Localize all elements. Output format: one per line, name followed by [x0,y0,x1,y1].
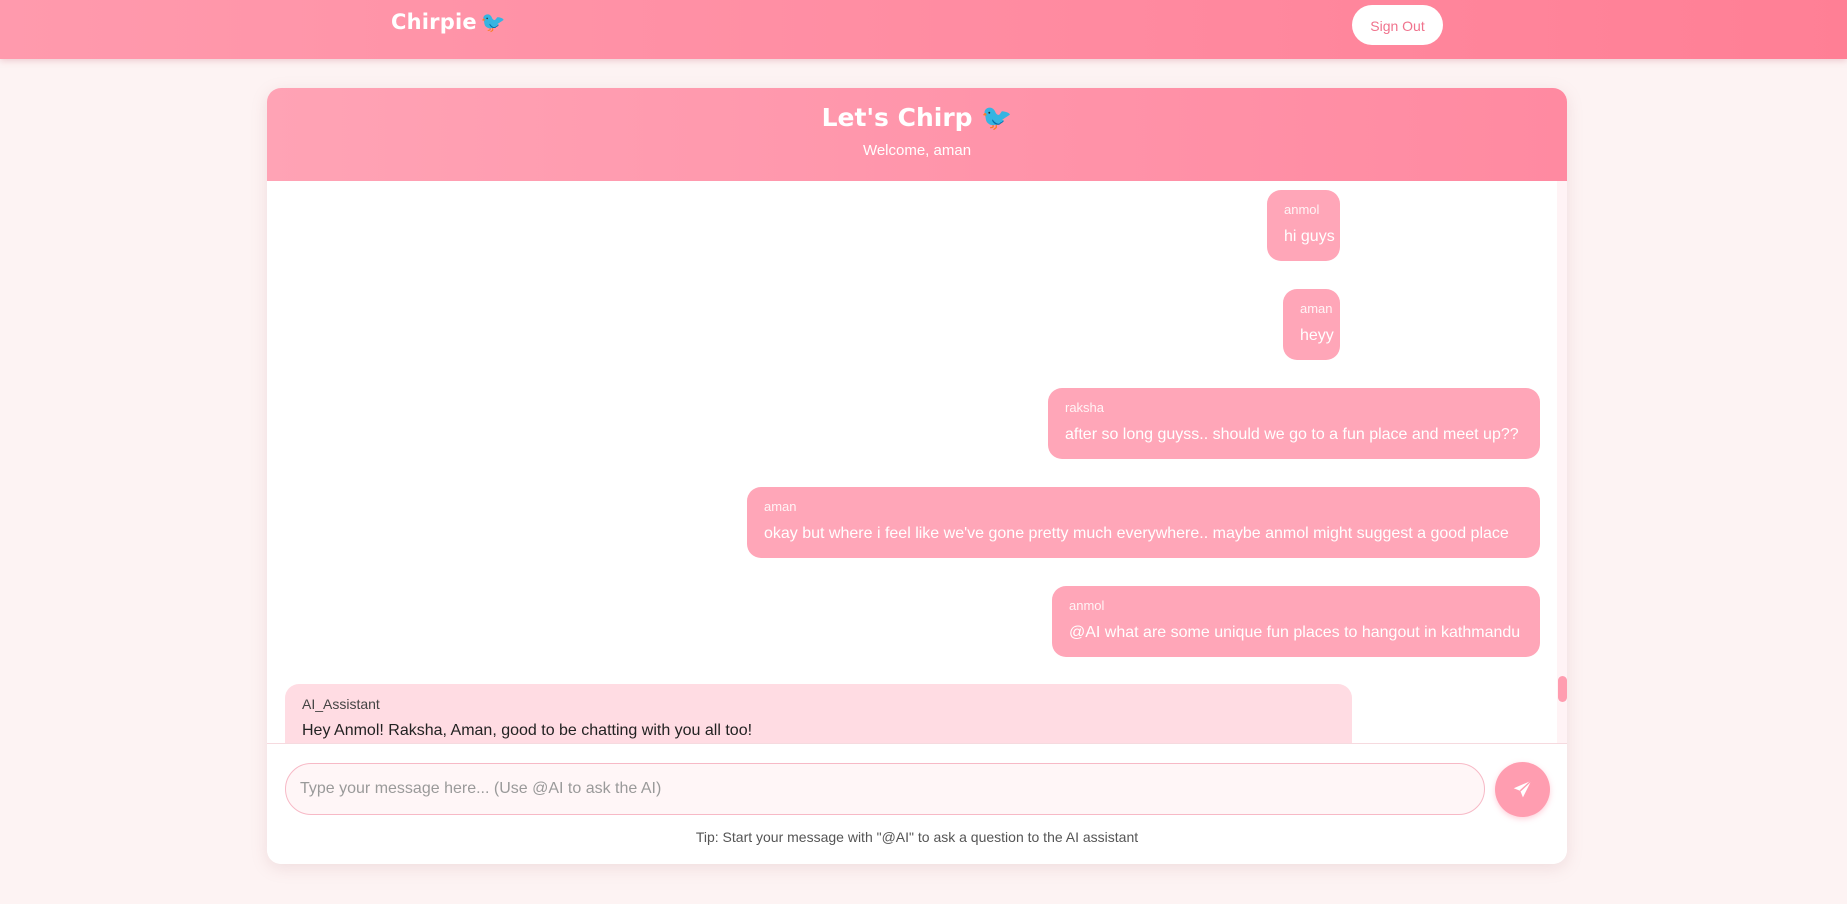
message-bubble: anmol hi guys [1267,190,1340,261]
message-sender: raksha [1065,400,1105,415]
message-input[interactable] [285,763,1485,815]
message-text: @AI what are some unique fun places to h… [1069,624,1521,641]
message-text: Hey Anmol! Raksha, Aman, good to be chat… [302,722,753,739]
chat-title: Let's Chirp 🐦 [267,103,1567,133]
message-sender: aman [764,499,797,514]
paper-plane-icon [1513,780,1532,798]
message-text: okay but where i feel like we've gone pr… [764,525,1509,542]
message-sender: anmol [1069,598,1105,613]
sign-out-button[interactable]: Sign Out [1352,5,1443,45]
brand-name: Chirpie [391,10,477,34]
message-text: hi guys [1284,228,1335,245]
message-text: after so long guyss.. should we go to a … [1065,426,1519,443]
message-text: heyy [1300,327,1334,344]
brand-logo[interactable]: Chirpie 🐦 [391,10,506,34]
chat-header: Let's Chirp 🐦 Welcome, aman [267,88,1567,181]
message-sender: anmol [1284,202,1320,217]
message-bubble: raksha after so long guyss.. should we g… [1048,388,1540,459]
chat-card: Let's Chirp 🐦 Welcome, aman anmol hi guy… [267,88,1567,864]
chat-title-text: Let's Chirp [821,103,973,132]
top-navbar: Chirpie 🐦 Sign Out [0,0,1847,59]
message-composer: Tip: Start your message with "@AI" to as… [267,743,1567,864]
message-bubble: anmol @AI what are some unique fun place… [1052,586,1540,657]
welcome-text: Welcome, aman [862,142,972,159]
tip-text: Tip: Start your message with "@AI" to as… [695,829,1139,845]
message-sender: aman [1300,301,1333,316]
message-list[interactable]: anmol hi guys aman heyy raksha after so … [267,181,1567,743]
ai-message-bubble: AI_Assistant Hey Anmol! Raksha, Aman, go… [285,684,1352,743]
message-bubble: aman heyy [1283,289,1340,360]
message-sender: AI_Assistant [302,696,380,712]
scrollbar-track[interactable] [1557,181,1567,743]
send-button[interactable] [1495,762,1550,817]
message-bubble: aman okay but where i feel like we've go… [747,487,1540,558]
scrollbar-thumb[interactable] [1558,676,1567,702]
bird-icon: 🐦 [981,103,1013,132]
bird-icon: 🐦 [480,10,506,34]
